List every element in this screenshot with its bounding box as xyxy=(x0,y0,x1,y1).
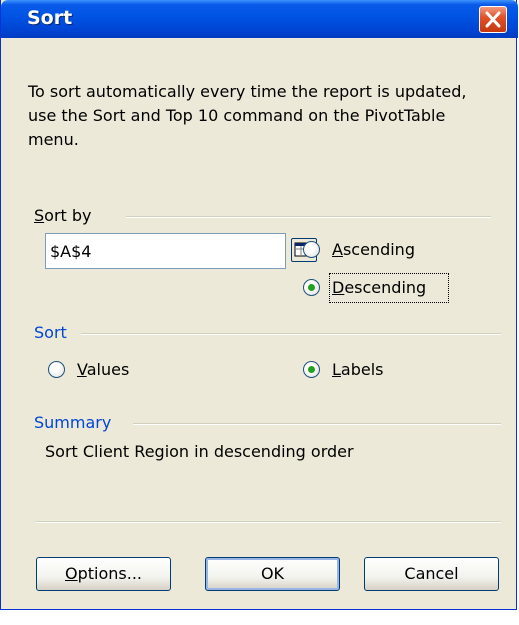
sort-group-label: Sort xyxy=(34,323,67,342)
close-button[interactable] xyxy=(479,6,507,33)
sort-by-field[interactable]: $A$4 xyxy=(45,233,317,269)
close-icon xyxy=(485,11,501,28)
radio-selected-dot xyxy=(308,366,315,373)
button-divider xyxy=(36,521,501,523)
radio-selected-dot xyxy=(308,284,315,291)
ok-button[interactable]: OK xyxy=(205,557,340,591)
title-bar[interactable]: Sort xyxy=(1,0,518,38)
summary-text: Sort Client Region in descending order xyxy=(45,442,354,461)
sort-by-field-value: $A$4 xyxy=(50,242,92,261)
cancel-button[interactable]: Cancel xyxy=(364,557,499,591)
sort-by-divider xyxy=(126,216,491,218)
sort-dialog: Sort To sort automatically every time th… xyxy=(0,0,518,610)
summary-divider xyxy=(133,423,501,425)
values-radio[interactable] xyxy=(48,361,65,378)
descending-label[interactable]: Descending xyxy=(332,278,426,297)
sort-group-divider xyxy=(81,333,501,335)
labels-label[interactable]: Labels xyxy=(332,360,384,379)
options-button[interactable]: Options... xyxy=(36,557,171,591)
ascending-label[interactable]: Ascending xyxy=(332,240,415,259)
summary-label: Summary xyxy=(34,413,112,432)
dialog-title: Sort xyxy=(27,7,73,29)
descending-radio[interactable] xyxy=(303,279,320,296)
values-label[interactable]: Values xyxy=(77,360,129,379)
ascending-radio[interactable] xyxy=(303,241,320,258)
description-text: To sort automatically every time the rep… xyxy=(28,82,467,149)
labels-radio[interactable] xyxy=(303,361,320,378)
sort-by-label: Sort by xyxy=(34,206,92,225)
